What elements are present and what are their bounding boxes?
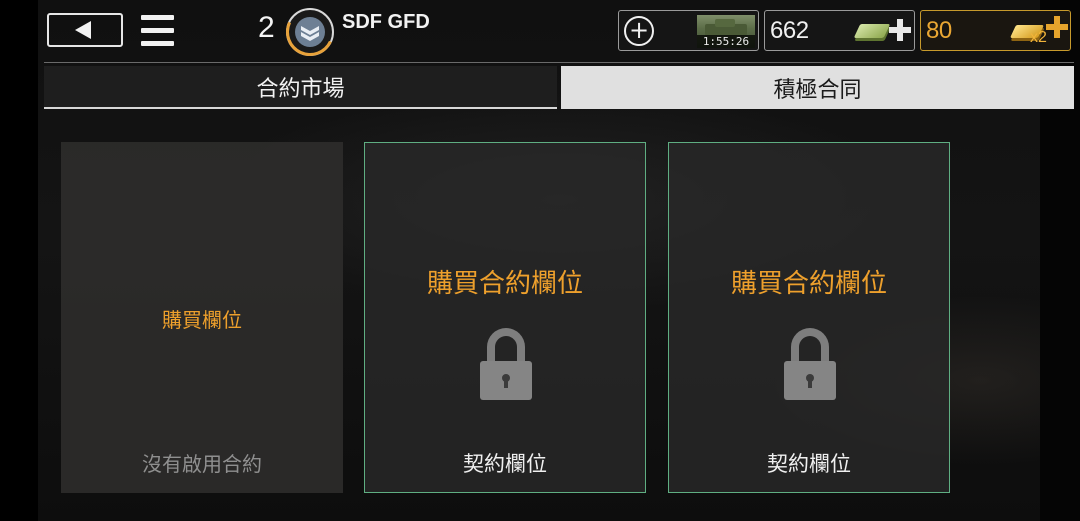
menu-line (141, 28, 174, 33)
player-name: SDF GFD (342, 11, 430, 33)
add-gold-plus-icon[interactable] (1046, 16, 1068, 38)
keyhole (806, 374, 814, 388)
add-circle-icon[interactable]: + (624, 16, 654, 46)
left-edge (0, 0, 38, 521)
cash-icon (853, 24, 891, 38)
padlock-body (480, 361, 532, 400)
cash-amount: 662 (770, 17, 809, 44)
contract-slot-3[interactable]: 購買合約欄位 契約欄位 (668, 142, 950, 493)
gold-multiplier: x2 (1030, 29, 1047, 46)
padlock-icon (784, 328, 836, 400)
contract-slot-1[interactable]: 購買欄位 沒有啟用合約 (61, 142, 343, 493)
back-button[interactable] (47, 13, 123, 47)
contracts-screen: 2 SDF GFD + 1:55:26 662 80 x2 合約市場 積極合同 (0, 0, 1080, 521)
slot-footer: 沒有啟用合約 (142, 452, 262, 476)
gold-counter[interactable]: 80 x2 (920, 10, 1071, 51)
rank-badge[interactable] (279, 1, 341, 63)
keyhole (502, 374, 510, 388)
header-divider (44, 62, 1074, 63)
menu-line (141, 15, 174, 20)
tank-thumbnail[interactable]: 1:55:26 (697, 15, 755, 48)
padlock-body (784, 361, 836, 400)
padlock-icon (480, 328, 532, 400)
cash-counter[interactable]: 662 (764, 10, 915, 51)
repair-widget[interactable]: + 1:55:26 (618, 10, 759, 51)
contract-slot-2[interactable]: 購買合約欄位 契約欄位 (364, 142, 646, 493)
slot-title: 購買合約欄位 (730, 269, 887, 299)
menu-line (141, 41, 174, 46)
slot-footer: 契約欄位 (463, 452, 547, 476)
player-rank: 2 (258, 11, 275, 44)
hamburger-menu-icon[interactable] (141, 15, 174, 46)
slot-title: 購買欄位 (162, 308, 242, 332)
tab-active-contracts[interactable]: 積極合同 (561, 66, 1074, 109)
tank-turret (715, 19, 735, 27)
rank-progress-arc (279, 1, 341, 63)
add-cash-plus-icon[interactable] (889, 19, 911, 41)
repair-timer: 1:55:26 (697, 35, 755, 48)
gold-amount: 80 (926, 17, 952, 44)
tab-contract-market[interactable]: 合約市場 (44, 66, 557, 109)
slot-footer: 契約欄位 (767, 452, 851, 476)
back-arrow-icon (75, 21, 91, 39)
slot-title: 購買合約欄位 (426, 269, 583, 299)
